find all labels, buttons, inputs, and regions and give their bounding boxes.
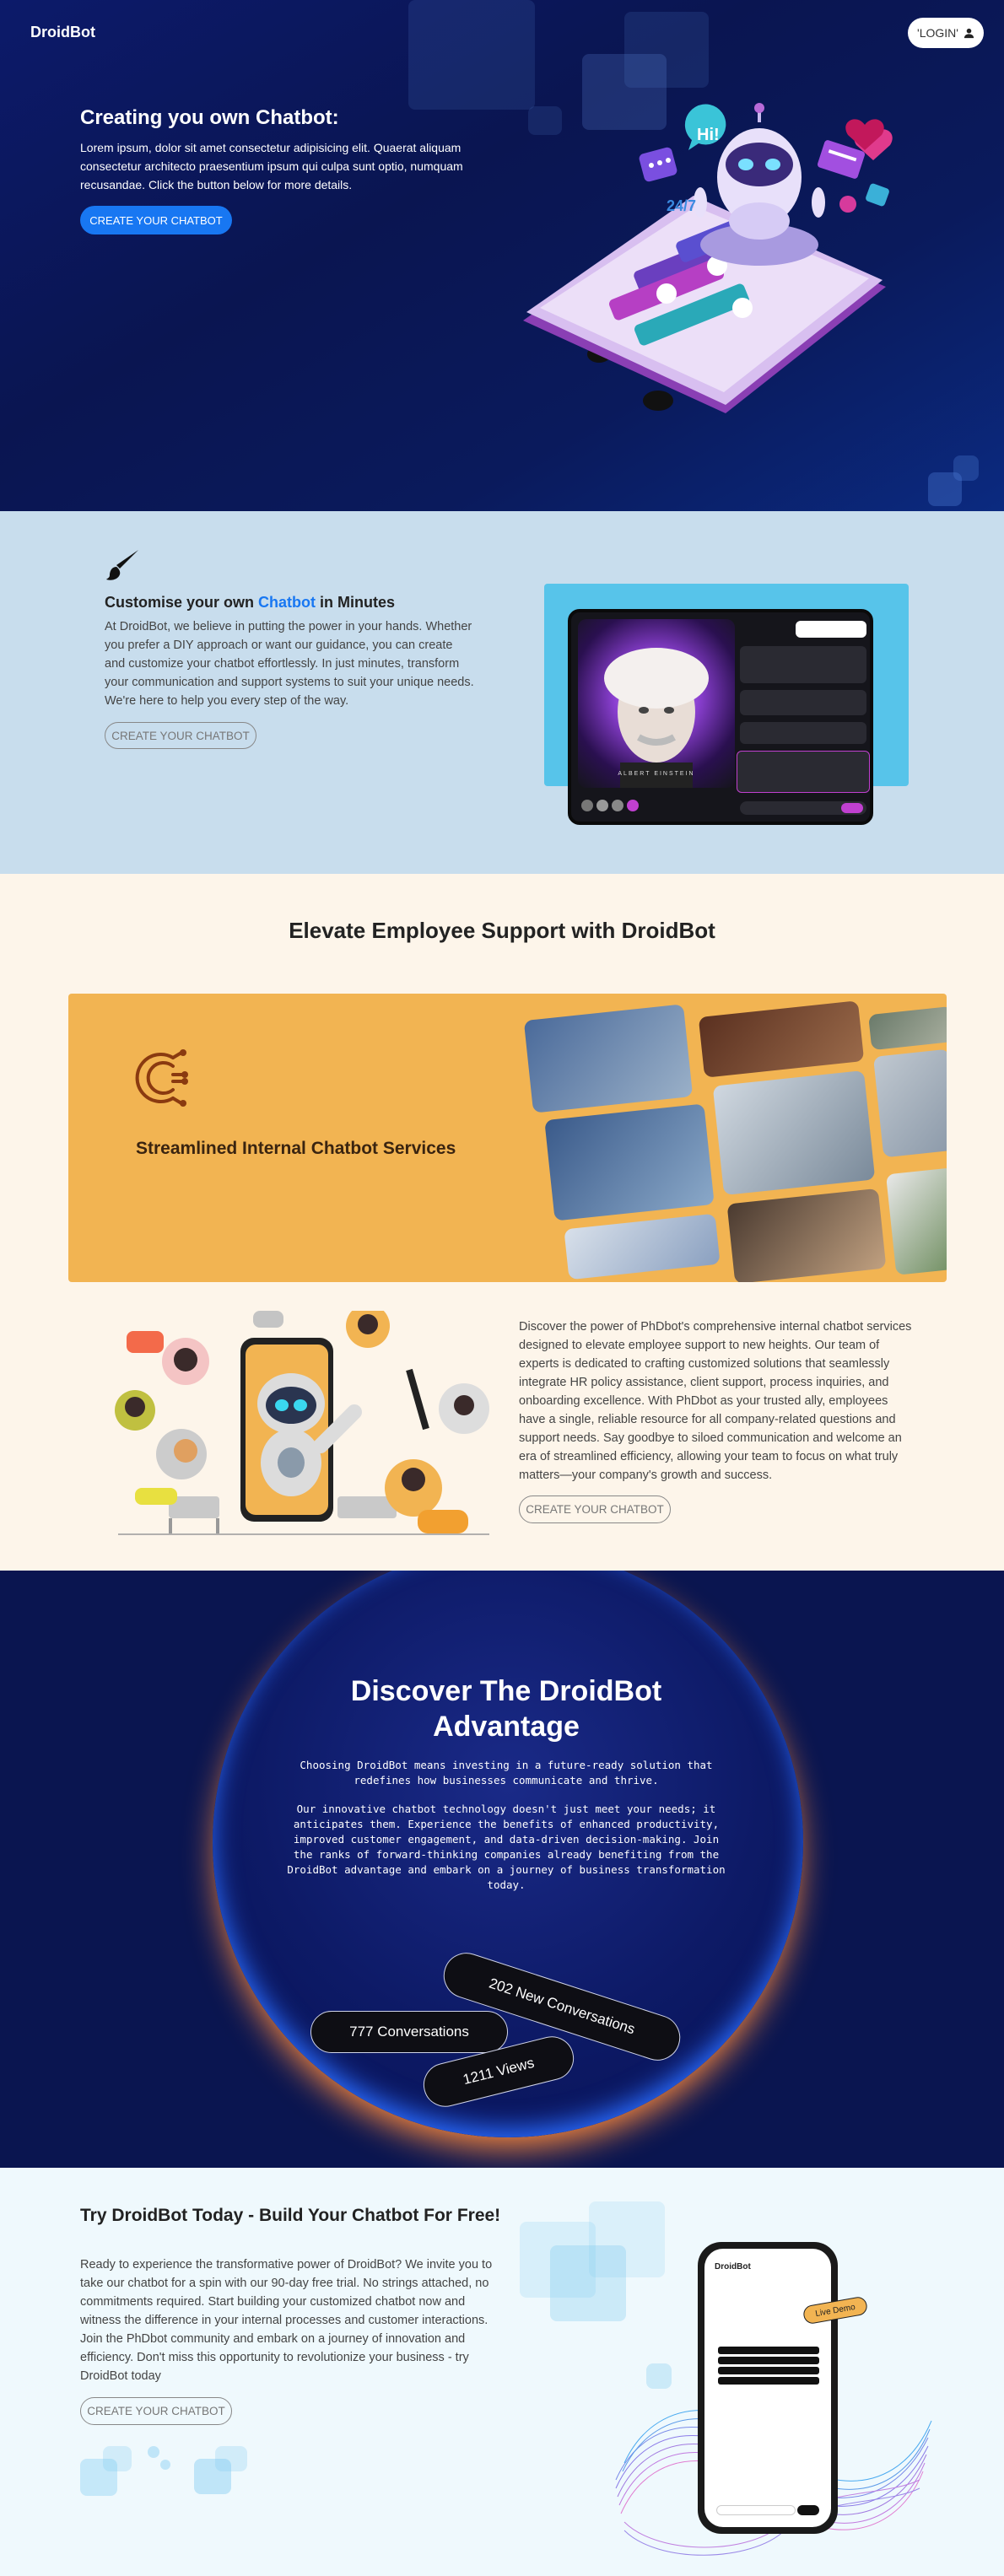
customise-title: Customise your own Chatbot in Minutes [105, 594, 395, 612]
brush-icon [106, 550, 138, 580]
phone-brand: DroidBot [715, 2262, 751, 2272]
discover-section: Discover The DroidBot Advantage Choosing… [0, 1571, 1004, 2168]
avatar-row [581, 800, 649, 815]
chat-line [718, 2377, 819, 2385]
phone-send-button[interactable] [797, 2505, 819, 2515]
discover-text-1: Choosing DroidBot means investing in a f… [300, 1759, 713, 1786]
photo-tile [698, 1000, 865, 1078]
login-label: 'LOGIN' [917, 26, 958, 40]
chat-line [718, 2367, 819, 2374]
photo-tile [872, 1048, 947, 1158]
hi-bubble-text: Hi! [697, 126, 720, 144]
chat-line [718, 2347, 819, 2354]
decor-square [103, 2446, 132, 2471]
photo-tile [868, 1005, 947, 1051]
customise-title-highlight: Chatbot [258, 594, 316, 611]
customise-title-post: in Minutes [316, 594, 396, 611]
user-icon [964, 28, 974, 38]
services-title: Streamlined Internal Chatbot Services [136, 1139, 456, 1158]
decor-square [148, 2446, 159, 2458]
send-button[interactable] [841, 803, 863, 813]
tablet-avatar-name: ALBERT EINSTEIN [618, 771, 695, 777]
decor-square [215, 2446, 247, 2471]
phone-screen: DroidBot [704, 2249, 831, 2527]
discover-title: Discover The DroidBot Advantage [350, 1675, 662, 1743]
customise-text: At DroidBot, we believe in putting the p… [105, 620, 474, 708]
stat-conversations: 777 Conversations [310, 2011, 508, 2053]
create-chatbot-button[interactable]: CREATE YOUR CHATBOT [519, 1495, 671, 1523]
elevate-section: Elevate Employee Support with DroidBot S… [0, 874, 1004, 1571]
photo-tile [523, 1004, 694, 1113]
hero-title: Creating you own Chatbot: [80, 106, 339, 129]
robot-phone-illustration: Hi! 24/7 [523, 103, 893, 413]
chat-tablet-mockup: ALBERT EINSTEIN [568, 609, 873, 825]
photo-tile [712, 1070, 876, 1196]
decor-square [589, 2201, 665, 2277]
einstein-portrait [604, 648, 709, 788]
chat-line [718, 2357, 819, 2364]
create-chatbot-button[interactable]: CREATE YOUR CHATBOT [80, 206, 232, 234]
circuit-icon [135, 1049, 188, 1107]
elevate-text: Discover the power of PhDbot's comprehen… [519, 1320, 912, 1482]
chat-bubble [796, 621, 866, 638]
elevate-title: Elevate Employee Support with DroidBot [289, 918, 715, 943]
create-chatbot-button[interactable]: CREATE YOUR CHATBOT [80, 2397, 232, 2425]
photo-tile [544, 1103, 715, 1221]
chat-bubble [740, 646, 866, 683]
chat-bubble-active [737, 751, 870, 793]
brand-logo[interactable]: DroidBot [30, 24, 95, 41]
hero-text: Lorem ipsum, dolor sit amet consectetur … [80, 141, 463, 191]
try-section: Try DroidBot Today - Build Your Chatbot … [0, 2168, 1004, 2576]
customise-title-pre: Customise your own [105, 594, 259, 611]
create-chatbot-button[interactable]: CREATE YOUR CHATBOT [105, 722, 256, 749]
decor-square [160, 2460, 170, 2470]
photo-tile [726, 1188, 887, 1282]
try-title: Try DroidBot Today - Build Your Chatbot … [80, 2206, 501, 2225]
discover-text-2: Our innovative chatbot technology doesn'… [287, 1803, 726, 1891]
support-247-text: 24/7 [667, 197, 696, 214]
robot-support-illustration [115, 1311, 489, 1535]
phone-mockup: DroidBot [698, 2242, 838, 2534]
photo-tile [564, 1213, 721, 1280]
avatar-portrait: ALBERT EINSTEIN [578, 619, 735, 788]
internal-services-banner: Streamlined Internal Chatbot Services [68, 994, 947, 1282]
decor-square [953, 455, 979, 481]
photo-tile [885, 1167, 947, 1275]
chat-bubble [740, 722, 866, 744]
login-button[interactable]: 'LOGIN' [908, 18, 984, 48]
phone-chat-input[interactable] [716, 2505, 796, 2515]
hero-section: DroidBot 'LOGIN' Creating you own Chatbo… [0, 0, 1004, 511]
try-text: Ready to experience the transformative p… [80, 2258, 493, 2383]
customise-section: Customise your own Chatbot in Minutes At… [0, 511, 1004, 874]
chat-bubble [740, 690, 866, 715]
